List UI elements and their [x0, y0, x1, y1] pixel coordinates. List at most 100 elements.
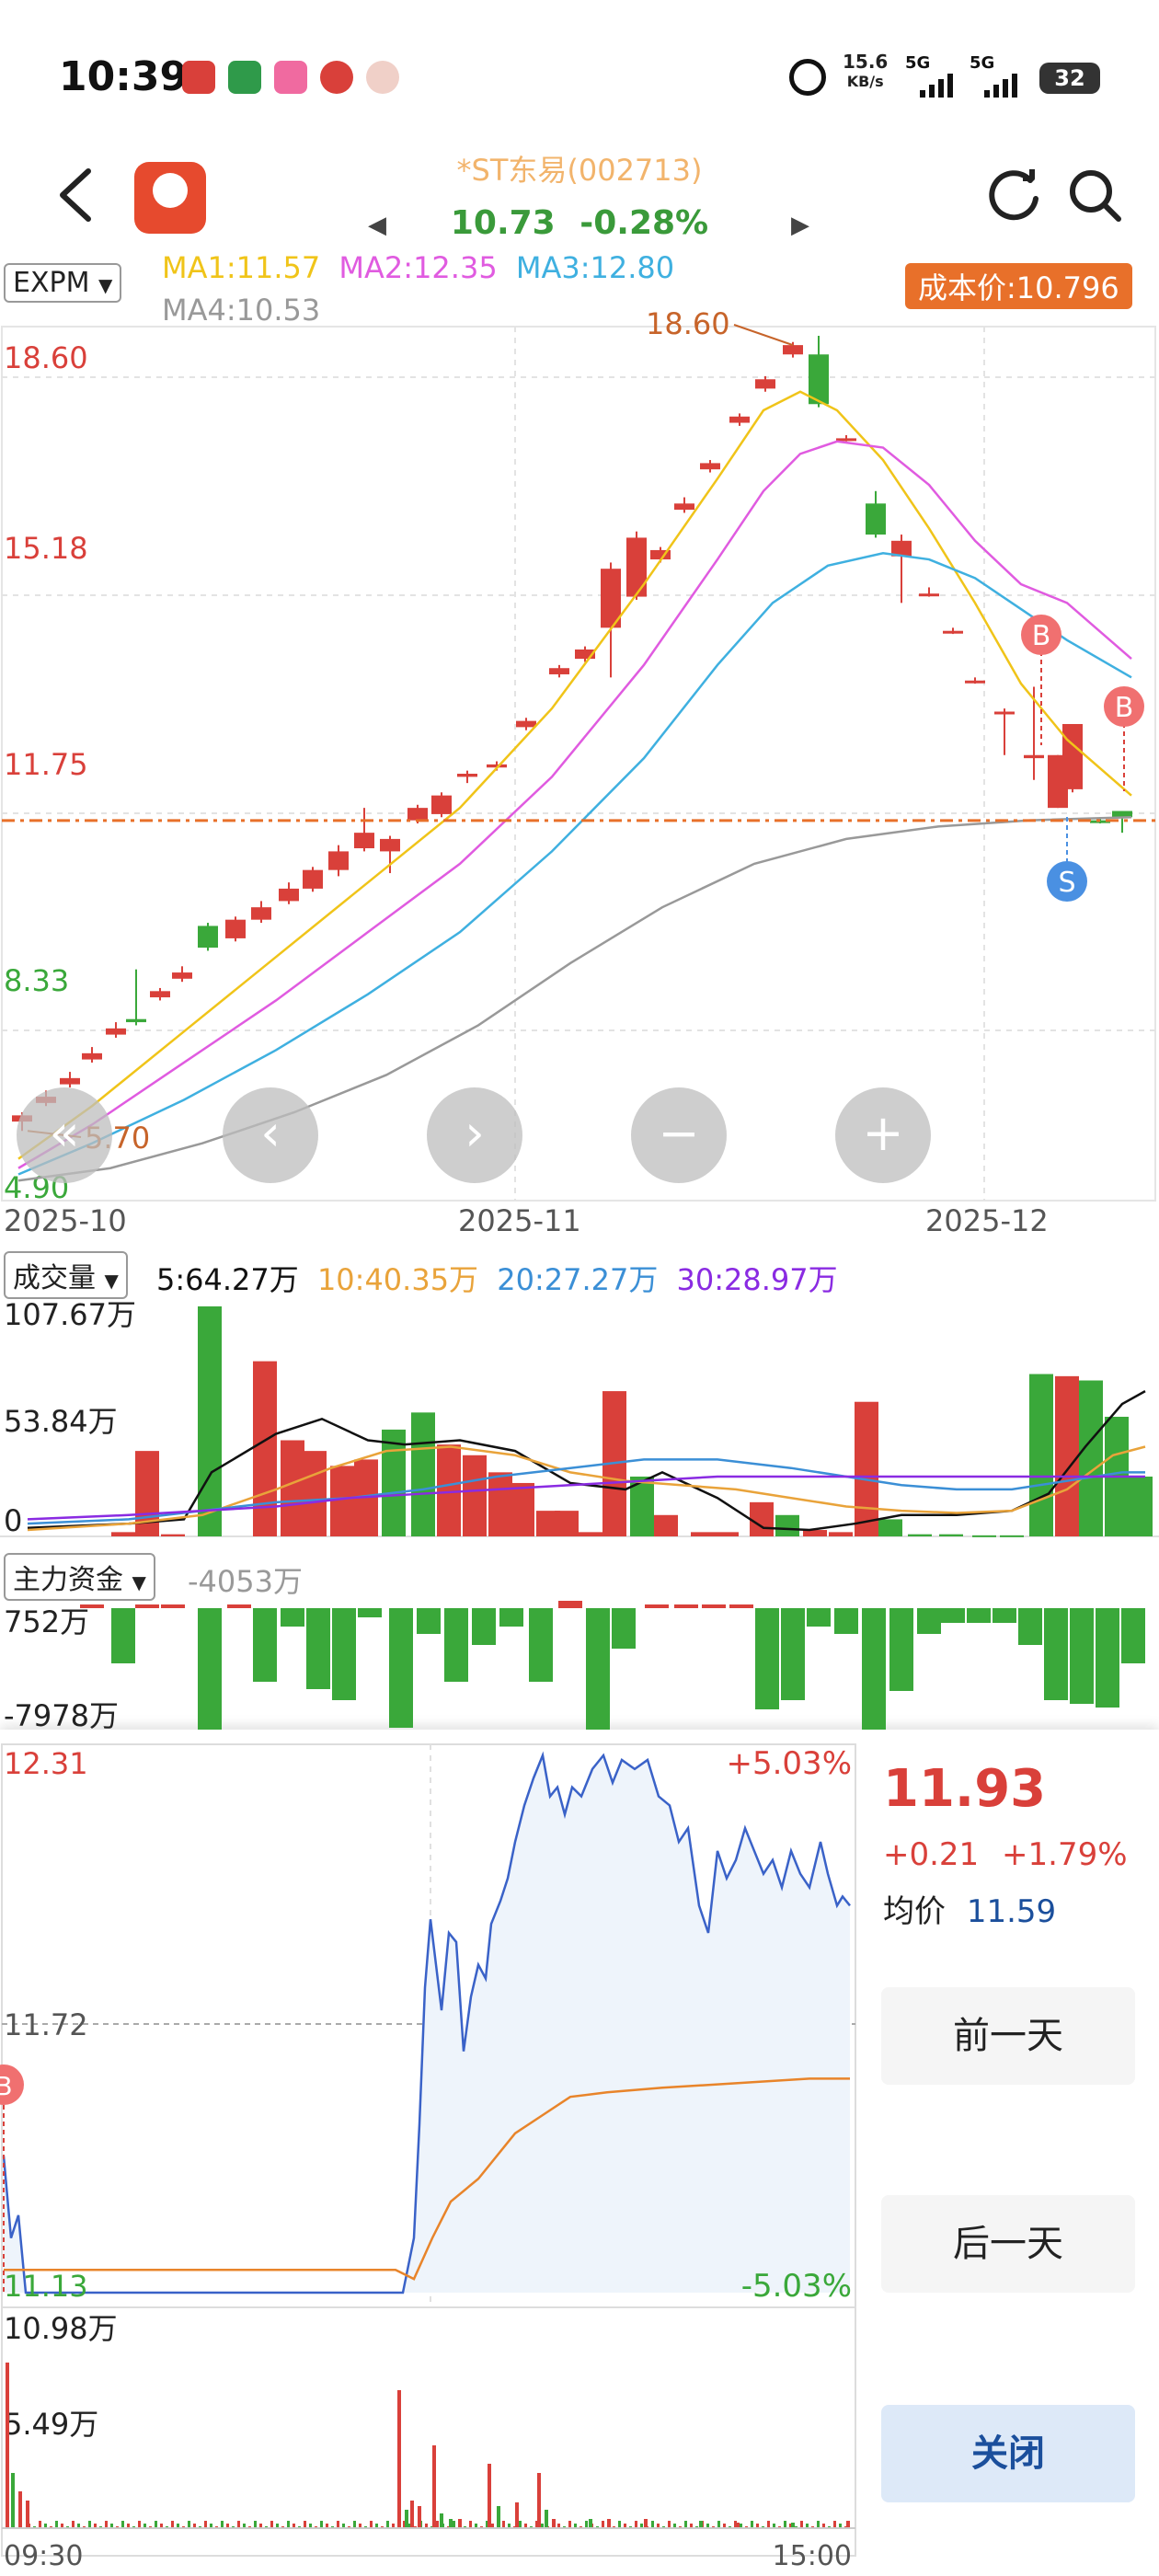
- prev-arrow-icon[interactable]: ◀: [368, 212, 386, 239]
- candle-body: [919, 593, 939, 597]
- stock-change: -0.28%: [580, 204, 709, 242]
- intraday-axis-label: 11.72: [4, 2007, 88, 2042]
- avatar-icon: [366, 61, 399, 94]
- intraday-volume-bar: [138, 2521, 141, 2528]
- refresh-icon[interactable]: [986, 167, 1043, 228]
- search-icon[interactable]: [1067, 167, 1124, 228]
- battery-level: 32: [1054, 65, 1085, 91]
- intraday-volume-bar: [545, 2510, 548, 2528]
- ma1-label: MA1:11.57: [162, 250, 321, 285]
- candle-body: [82, 1052, 102, 1060]
- indicator-label: EXPM: [13, 267, 90, 299]
- candle-body: [172, 972, 192, 979]
- intraday-volume-bar: [751, 2521, 753, 2528]
- volume-chart: 107.67万 53.84万 0: [0, 1297, 1159, 1538]
- bank-icon: [182, 61, 215, 94]
- intraday-volume-bar: [519, 2521, 522, 2528]
- close-button[interactable]: 关闭: [881, 2405, 1135, 2502]
- volume-bar: [111, 1532, 135, 1536]
- intraday-volume-bar: [270, 2521, 273, 2528]
- volume-bar: [579, 1532, 602, 1536]
- intraday-volume-bar: [458, 2519, 462, 2528]
- scroll-left-fast-button[interactable]: «: [17, 1087, 112, 1183]
- capital-bar: [389, 1608, 413, 1728]
- intraday-time-label: 09:30: [4, 2540, 83, 2572]
- volume-axis-label: 0: [4, 1503, 22, 1538]
- net-speed-value: 15.6: [843, 51, 889, 73]
- ma3-label: MA3:12.80: [515, 250, 675, 285]
- candle-body: [407, 808, 428, 821]
- capital-bar: [111, 1608, 135, 1663]
- capital-bar: [499, 1608, 523, 1627]
- prev-day-button[interactable]: 前一天: [881, 1987, 1135, 2085]
- capital-bar: [1018, 1608, 1042, 1645]
- capital-label: 主力资金: [13, 1564, 123, 1596]
- status-bar: 10:39 15.6 KB/s 5G 5G 32: [0, 0, 1159, 138]
- intraday-volume-bar: [515, 2502, 519, 2528]
- capital-bar: [529, 1608, 553, 1682]
- high-price-label: 18.60: [646, 306, 730, 341]
- candle-body: [866, 503, 886, 535]
- candle-body: [516, 720, 536, 728]
- intraday-volume-frame: [1, 2306, 856, 2557]
- volume-bar: [330, 1466, 354, 1536]
- capital-bar: [332, 1608, 356, 1700]
- capital-bar: [558, 1601, 582, 1608]
- capital-bar: [80, 1604, 104, 1608]
- net-speed: 15.6 KB/s: [843, 52, 888, 92]
- date-axis-label: 2025-11: [458, 1203, 581, 1238]
- capital-value: -4053万: [188, 1564, 303, 1599]
- intraday-volume-bar: [39, 2521, 41, 2528]
- volume-bar: [488, 1472, 512, 1536]
- intraday-volume-bar: [353, 2521, 356, 2528]
- candle-body: [457, 774, 477, 777]
- capital-bar: [807, 1608, 831, 1627]
- candle-body: [328, 851, 349, 870]
- signal-icon: [984, 74, 1028, 101]
- next-day-button[interactable]: 后一天: [881, 2195, 1135, 2293]
- intraday-volume-bar: [453, 2521, 455, 2528]
- intraday-axis-label: 12.31: [4, 1746, 88, 1781]
- intraday-volume-bar: [72, 2521, 75, 2528]
- intraday-volume-bar: [436, 2521, 439, 2528]
- volume-bar: [1000, 1535, 1024, 1537]
- intraday-volume-bar: [55, 2521, 58, 2528]
- avg-price: 均价 11.59: [883, 1886, 1056, 1931]
- ma4-line: [17, 816, 1132, 1182]
- intraday-volume-bar: [397, 2390, 401, 2528]
- capital-bar: [227, 1604, 251, 1608]
- candle-body: [198, 926, 218, 949]
- intraday-volume-bar: [607, 2519, 611, 2528]
- indicator-dropdown[interactable]: EXPM ▼: [4, 263, 122, 303]
- kline-chart: 18.6015.1811.758.334.902025-10 2025-11 202…: [1, 306, 1156, 1238]
- intraday-volume-bar: [287, 2521, 290, 2528]
- zoom-out-button[interactable]: −: [631, 1087, 727, 1183]
- intraday-volume-bar: [497, 2506, 500, 2528]
- scroll-left-button[interactable]: ‹: [223, 1087, 318, 1183]
- volume-bar: [972, 1535, 996, 1537]
- zoom-in-button[interactable]: +: [835, 1087, 931, 1183]
- capital-bar: [967, 1608, 991, 1623]
- intraday-volume-label: 10.98万: [4, 2311, 118, 2346]
- next-arrow-icon[interactable]: ▶: [791, 212, 809, 239]
- intraday-volume-bar: [585, 2521, 588, 2528]
- intraday-volume-bar: [469, 2521, 472, 2528]
- capital-dropdown[interactable]: 主力资金 ▼: [4, 1553, 155, 1601]
- candle-body: [626, 537, 647, 597]
- volume-bar: [281, 1440, 304, 1536]
- scroll-right-button[interactable]: ›: [427, 1087, 522, 1183]
- intraday-volume-bar: [26, 2501, 29, 2528]
- intraday-volume-bar: [320, 2521, 323, 2528]
- intraday-volume-bar: [386, 2521, 389, 2528]
- volume-bar: [1055, 1375, 1079, 1536]
- candle-body: [1024, 754, 1044, 759]
- candle-body: [755, 379, 775, 389]
- intraday-volume-bar: [644, 2519, 648, 2528]
- capital-bar: [253, 1608, 277, 1682]
- ma3-line: [17, 552, 1132, 1176]
- intraday-volume-bar: [568, 2521, 571, 2528]
- volume-axis-label: 53.84万: [4, 1404, 118, 1439]
- intraday-volume-bar: [488, 2464, 491, 2528]
- capital-bar: [645, 1604, 669, 1608]
- price-axis-label: 15.18: [4, 531, 88, 566]
